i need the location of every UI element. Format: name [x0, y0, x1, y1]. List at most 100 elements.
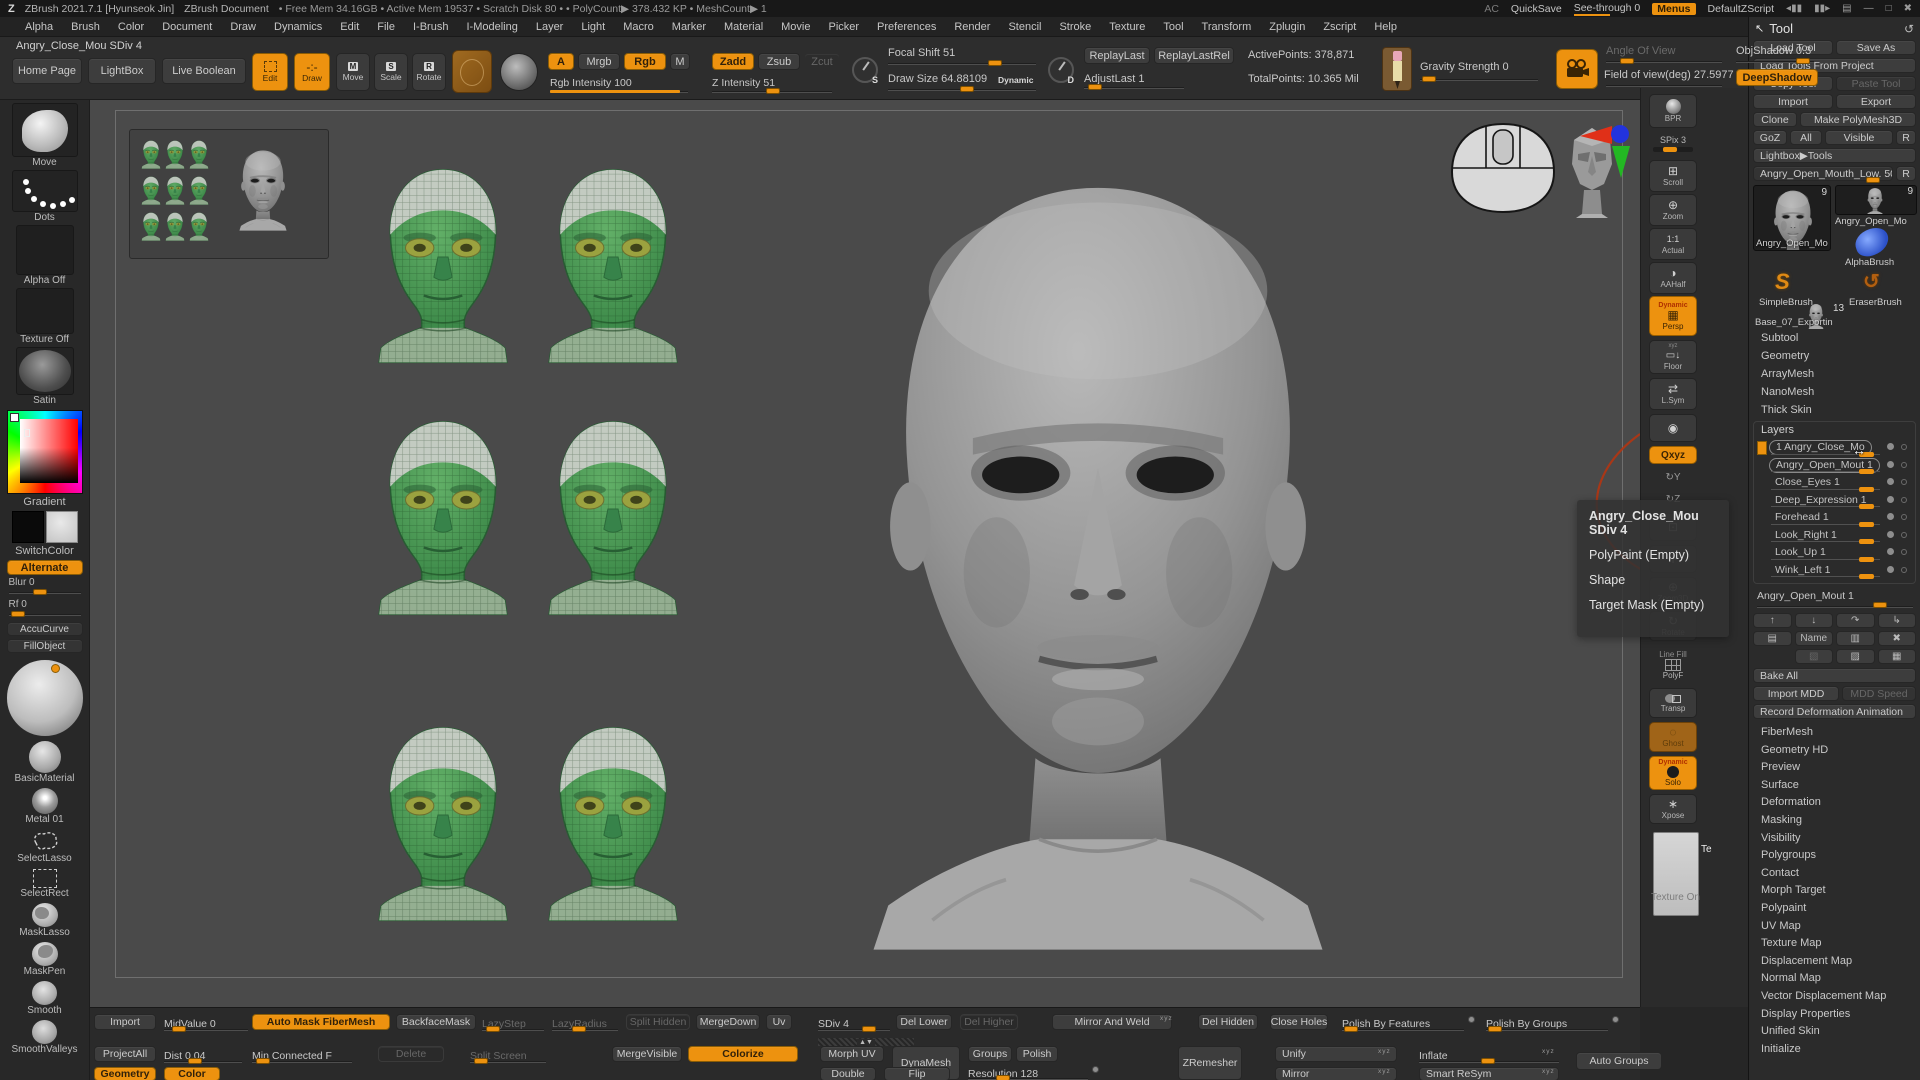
resolution-slider[interactable]: Resolution 128: [968, 1064, 1088, 1080]
draw-button[interactable]: -:- Draw: [294, 53, 330, 91]
menu-item[interactable]: Brush: [62, 19, 109, 35]
mergevisible-button[interactable]: MergeVisible: [612, 1046, 682, 1062]
qxyz-button[interactable]: Qxyz: [1649, 446, 1697, 464]
mini-head-thumb[interactable]: [140, 210, 162, 242]
layer-record-icon[interactable]: [1901, 462, 1907, 468]
mini-head-thumb[interactable]: [188, 138, 210, 170]
zremesher-button[interactable]: ZRemesher: [1178, 1046, 1242, 1080]
layer-split-button[interactable]: ▨: [1836, 649, 1875, 664]
divider-left-icon[interactable]: ◂▮▮: [1786, 3, 1802, 14]
switch-color-swatches[interactable]: [12, 511, 78, 545]
layer-record-icon[interactable]: [1901, 532, 1907, 538]
mirror-and-weld-button[interactable]: Mirror And Weld: [1052, 1014, 1172, 1030]
a-button[interactable]: A: [548, 53, 574, 70]
mask-pen-icon[interactable]: [32, 942, 58, 966]
color-picker[interactable]: [7, 410, 83, 494]
home-page-button[interactable]: Home Page: [12, 58, 82, 84]
focal-shift-slider[interactable]: Focal Shift 51: [888, 47, 955, 59]
zoom-button[interactable]: ⊕Zoom: [1649, 194, 1697, 226]
unify-xyz[interactable]: xyz: [1378, 1048, 1391, 1055]
camera-lock-button[interactable]: ◉: [1649, 414, 1697, 442]
mini-head-thumb[interactable]: [164, 174, 186, 206]
layer-row[interactable]: Deep_Expression 1: [1757, 492, 1912, 510]
tool-section[interactable]: Initialize: [1753, 1041, 1916, 1059]
export-button[interactable]: Export: [1836, 94, 1916, 109]
mask-lasso-icon[interactable]: [32, 903, 58, 927]
delete-button[interactable]: Delete: [378, 1046, 444, 1062]
sym-y-button[interactable]: ↻Y: [1649, 468, 1697, 487]
mini-head-thumb[interactable]: [188, 174, 210, 206]
layer-record-icon[interactable]: [1901, 549, 1907, 555]
polyf-button[interactable]: Line Fill PolyF: [1649, 645, 1697, 685]
tool-section[interactable]: Polygroups: [1753, 847, 1916, 865]
tool-section[interactable]: Geometry: [1753, 347, 1916, 365]
scale-button[interactable]: S Scale: [374, 53, 408, 91]
current-brush-preview[interactable]: [452, 50, 492, 93]
goz-visible-button[interactable]: Visible: [1825, 130, 1893, 145]
layer-row[interactable]: Forehead 1: [1757, 509, 1912, 527]
minimize-button[interactable]: —: [1864, 3, 1874, 14]
rgb-intensity-slider[interactable]: Rgb Intensity 100: [550, 77, 632, 89]
fov-slider[interactable]: Field of view(deg) 27.5977: [1604, 69, 1734, 81]
inflate-slider[interactable]: Inflate: [1419, 1046, 1559, 1064]
texture-preview-box[interactable]: [1653, 832, 1699, 916]
quicksave-button[interactable]: QuickSave: [1511, 3, 1562, 15]
zadd-button[interactable]: Zadd: [712, 53, 754, 70]
spix-slider[interactable]: SPix 3: [1649, 132, 1697, 156]
mirror-xyz[interactable]: xyz: [1378, 1068, 1391, 1075]
del-lower-button[interactable]: Del Lower: [896, 1014, 952, 1030]
lightbox-tools-button[interactable]: Lightbox▶Tools: [1753, 148, 1916, 163]
tool-section[interactable]: Display Properties: [1753, 1006, 1916, 1024]
local-symmetry-button[interactable]: ⇄L.Sym: [1649, 378, 1697, 410]
paste-tool-button[interactable]: Paste Tool: [1836, 76, 1916, 91]
menu-item[interactable]: Edit: [331, 19, 368, 35]
transp-button[interactable]: Transp: [1649, 688, 1697, 718]
layer-row[interactable]: Look_Right 1: [1757, 527, 1912, 545]
popup-item-polypaint[interactable]: PolyPaint (Empty): [1589, 548, 1717, 562]
layer-merge-button[interactable]: ▧: [1795, 649, 1834, 664]
menu-item[interactable]: Picker: [819, 19, 868, 35]
layer-redo-button[interactable]: ↷: [1836, 613, 1875, 628]
layer-new-button[interactable]: ▤: [1753, 631, 1792, 646]
polish-by-features-slider[interactable]: Polish By Features: [1342, 1014, 1472, 1032]
layer-row[interactable]: Look_Up 1: [1757, 544, 1912, 562]
mini-head-thumb[interactable]: [164, 210, 186, 242]
layer-intensity-handle[interactable]: [1859, 574, 1874, 579]
layer-name-button[interactable]: Name: [1795, 631, 1834, 646]
polish-features-mode-dot[interactable]: [1468, 1016, 1475, 1023]
menu-item[interactable]: I-Brush: [404, 19, 457, 35]
sculpted-head-model[interactable]: [822, 158, 1374, 950]
import-mdd-button[interactable]: Import MDD: [1753, 686, 1839, 701]
actual-size-button[interactable]: 1:1Actual: [1649, 228, 1697, 260]
uv-button[interactable]: Uv: [766, 1014, 792, 1030]
recent-tool-thumb[interactable]: 9: [1835, 185, 1917, 215]
layer-record-icon[interactable]: [1901, 497, 1907, 503]
alpha-thumbnail[interactable]: [16, 225, 74, 275]
layer-eye-icon[interactable]: [1887, 531, 1894, 538]
gravity-pencil-icon[interactable]: [1382, 47, 1412, 91]
alternate-button[interactable]: Alternate: [7, 560, 83, 575]
dynamic-label[interactable]: Dynamic: [998, 75, 1033, 85]
metal-material-sphere[interactable]: [32, 788, 58, 814]
tool-section[interactable]: Texture Map: [1753, 935, 1916, 953]
layer-delete-button[interactable]: ✖: [1878, 631, 1917, 646]
layer-duplicate-button[interactable]: ▥: [1836, 631, 1875, 646]
replay-last-rel-button[interactable]: ReplayLastRel: [1154, 47, 1234, 64]
lightbox-button[interactable]: LightBox: [88, 58, 156, 84]
document-canvas[interactable]: [90, 100, 1640, 1007]
gray-head-thumb[interactable]: [234, 146, 292, 232]
make-polymesh3d-button[interactable]: Make PolyMesh3D: [1800, 112, 1916, 127]
double-button[interactable]: Double: [820, 1067, 876, 1080]
secondary-color-swatch[interactable]: [46, 511, 78, 543]
goz-r-button[interactable]: R: [1896, 130, 1916, 145]
menu-item[interactable]: Layer: [527, 19, 573, 35]
rf-slider[interactable]: Rf 0: [7, 599, 83, 621]
smart-resym-xyz[interactable]: xyz: [1542, 1068, 1555, 1075]
clone-button[interactable]: Clone: [1753, 112, 1797, 127]
select-rect-icon[interactable]: [33, 869, 57, 888]
menu-item[interactable]: Tool: [1154, 19, 1192, 35]
morph-uv-button[interactable]: Morph UV: [820, 1046, 884, 1062]
accucurve-button[interactable]: AccuCurve: [7, 622, 83, 636]
layer-row[interactable]: Wink_Left 1: [1757, 562, 1912, 580]
lazyradius-slider[interactable]: LazyRadius: [552, 1014, 618, 1032]
